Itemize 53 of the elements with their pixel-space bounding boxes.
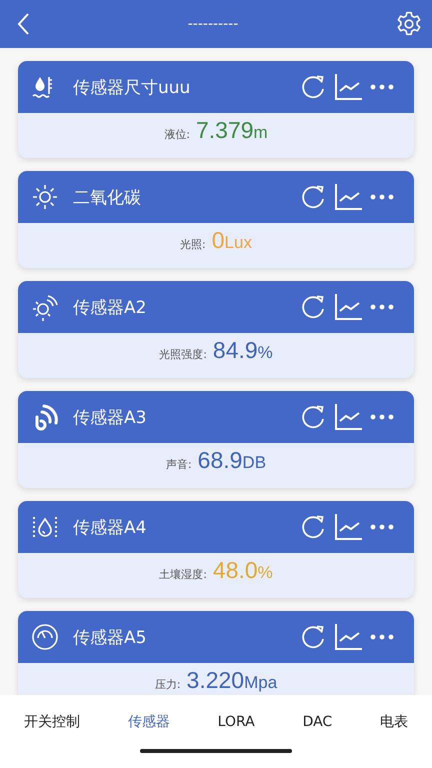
tab[interactable]: 电表 bbox=[380, 713, 408, 731]
refresh-icon[interactable] bbox=[300, 624, 326, 650]
refresh-icon[interactable] bbox=[300, 74, 326, 100]
reading-label: 土壤湿度: bbox=[159, 567, 207, 582]
reading-label: 光照强度: bbox=[159, 347, 207, 362]
reading-label: 声音: bbox=[166, 457, 192, 472]
more-icon[interactable] bbox=[370, 413, 394, 421]
sun-icon bbox=[31, 183, 59, 211]
gauge-icon bbox=[31, 623, 59, 651]
back-icon[interactable] bbox=[16, 12, 30, 36]
reading-value: 3.220 bbox=[186, 667, 244, 694]
line-chart-icon[interactable] bbox=[334, 183, 362, 211]
more-icon[interactable] bbox=[370, 83, 394, 91]
refresh-icon[interactable] bbox=[300, 184, 326, 210]
line-chart-icon[interactable] bbox=[334, 403, 362, 431]
settings-icon[interactable] bbox=[396, 11, 422, 37]
more-icon[interactable] bbox=[370, 523, 394, 531]
more-icon[interactable] bbox=[370, 303, 394, 311]
reading-label: 压力: bbox=[154, 677, 181, 692]
more-icon[interactable] bbox=[370, 193, 394, 201]
reading-unit: Lux bbox=[224, 233, 252, 253]
reading-label: 光照: bbox=[180, 237, 206, 252]
line-chart-icon[interactable] bbox=[334, 623, 362, 651]
page-title: ---------- bbox=[188, 16, 238, 32]
reading-unit: Mpa bbox=[244, 673, 278, 693]
sensor-name: 传感器A3 bbox=[73, 406, 148, 428]
sensor-name: 传感器A4 bbox=[73, 516, 148, 538]
line-chart-icon[interactable] bbox=[334, 513, 362, 541]
tab[interactable]: DAC bbox=[302, 714, 332, 730]
refresh-icon[interactable] bbox=[300, 514, 326, 540]
sensor-name: 传感器尺寸uuu bbox=[73, 76, 192, 98]
reading-label: 液位: bbox=[164, 127, 190, 142]
tab[interactable]: 开关控制 bbox=[24, 713, 80, 731]
tab[interactable]: LORA bbox=[218, 714, 255, 730]
sun-signal-icon bbox=[31, 293, 59, 321]
refresh-icon[interactable] bbox=[300, 404, 326, 430]
sensor-name: 传感器A5 bbox=[73, 626, 148, 648]
reading-value: 48.0 bbox=[212, 557, 258, 584]
reading-unit: % bbox=[258, 343, 273, 363]
tab[interactable]: 传感器 bbox=[128, 713, 170, 731]
more-icon[interactable] bbox=[370, 633, 394, 641]
reading-value: 68.9 bbox=[198, 447, 242, 474]
sensor-name: 二氧化碳 bbox=[73, 186, 142, 208]
reading-value: 0 bbox=[212, 227, 225, 254]
reading-unit: % bbox=[258, 563, 273, 583]
sensor-name: 传感器A2 bbox=[73, 296, 148, 318]
line-chart-icon[interactable] bbox=[334, 73, 362, 101]
refresh-icon[interactable] bbox=[300, 294, 326, 320]
reading-unit: m bbox=[254, 123, 268, 143]
line-chart-icon[interactable] bbox=[334, 293, 362, 321]
reading-value: 84.9 bbox=[212, 337, 258, 364]
reading-unit: DB bbox=[242, 453, 266, 473]
reading-value: 7.379 bbox=[196, 117, 254, 144]
